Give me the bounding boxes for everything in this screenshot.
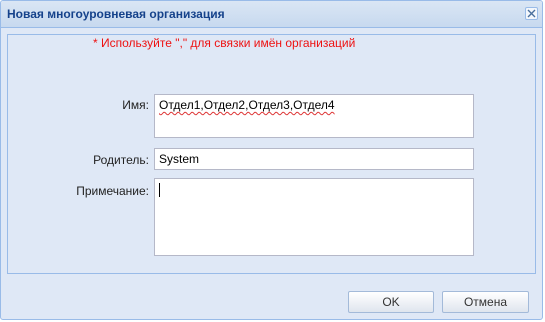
hint-text: * Используйте "," для связки имён органи…: [93, 36, 356, 50]
name-value: Отдел1,Отдел2,Отдел3,Отдел4: [159, 98, 335, 112]
parent-value: System: [159, 152, 200, 166]
note-textarea[interactable]: [154, 178, 474, 256]
name-textarea[interactable]: Отдел1,Отдел2,Отдел3,Отдел4: [154, 94, 474, 138]
dialog-title: Новая многоуровневая организация: [7, 7, 225, 21]
close-icon: [527, 9, 536, 18]
parent-label: Родитель:: [93, 153, 149, 167]
text-caret: [159, 182, 160, 197]
cancel-button[interactable]: Отмена: [442, 291, 529, 313]
parent-field[interactable]: System: [154, 148, 474, 170]
dialog-titlebar[interactable]: Новая многоуровневая организация: [1, 1, 542, 28]
name-label: Имя:: [122, 98, 149, 112]
new-multilevel-organization-dialog: Новая многоуровневая организация * Испол…: [0, 0, 543, 320]
note-label: Примечание:: [76, 184, 149, 198]
ok-button[interactable]: OK: [348, 291, 434, 313]
close-button[interactable]: [525, 7, 538, 20]
